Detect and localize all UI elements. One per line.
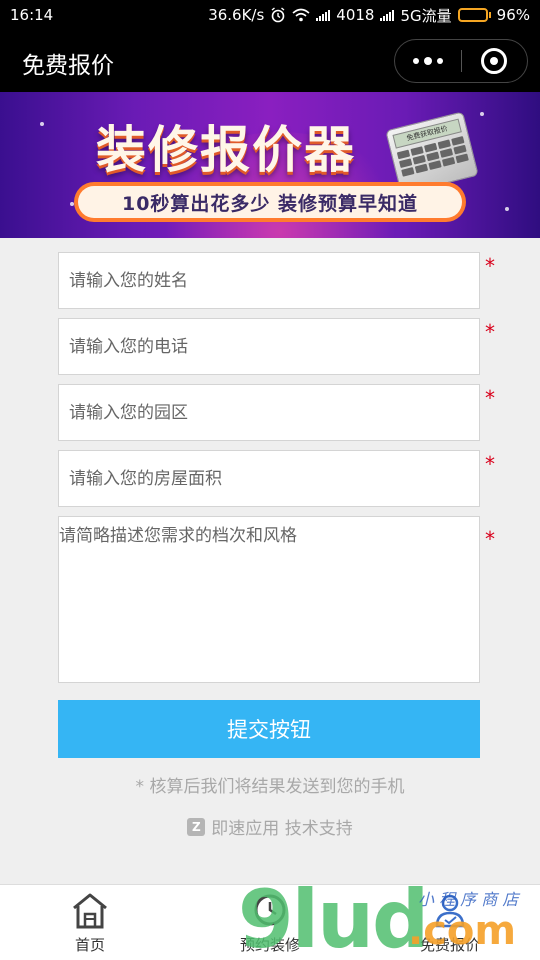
submit-hint: * 核算后我们将结果发送到您的手机 (135, 777, 405, 797)
home-icon (73, 893, 107, 929)
target-circle-icon (481, 48, 508, 74)
battery-icon (457, 8, 491, 22)
required-mark: * (485, 320, 495, 344)
page-title: 免费报价 (22, 53, 114, 79)
nav-bar: 免费报价 (0, 30, 540, 92)
description-textarea[interactable] (58, 516, 480, 683)
more-button[interactable] (395, 40, 461, 82)
support-logo-icon: Z (187, 817, 206, 836)
required-mark: * (485, 254, 495, 278)
required-mark: * (485, 527, 495, 551)
banner: 装修报价器 免费获取报价 10秒算出花多少 装修预算早知道 (0, 92, 540, 238)
name-input[interactable] (58, 252, 480, 309)
network-speed: 36.6K/s (208, 6, 265, 24)
tab-bar: 首页 预约装修 免费报价 (0, 884, 540, 960)
banner-title: 装修报价器 (96, 121, 356, 179)
carrier-1: 4018 (336, 6, 375, 24)
status-time: 16:14 (10, 6, 54, 24)
tab-appointment[interactable]: 预约装修 (180, 885, 360, 960)
battery-percent: 96% (496, 6, 530, 24)
tab-appointment-label: 预约装修 (239, 936, 300, 954)
banner-tagline-pill: 10秒算出花多少 装修预算早知道 (74, 182, 466, 222)
signal-icon-2 (380, 9, 395, 21)
capsule-menu (394, 39, 528, 83)
tab-home[interactable]: 首页 (0, 885, 180, 960)
wifi-icon (292, 8, 310, 22)
tech-support: Z 即速应用 技术支持 (0, 814, 540, 839)
appointment-icon (254, 894, 286, 926)
signal-icon (316, 9, 331, 21)
area-input[interactable] (58, 450, 480, 507)
required-mark: * (485, 386, 495, 410)
alarm-icon (271, 7, 285, 23)
status-bar: 16:14 36.6K/s 4018 5G流量 96% (0, 0, 540, 30)
phone-input[interactable] (58, 318, 480, 375)
submit-button[interactable]: 提交按钮 (58, 700, 480, 758)
banner-tagline: 10秒算出花多少 装修预算早知道 (78, 186, 462, 218)
more-dots-icon (412, 57, 443, 65)
park-input[interactable] (58, 384, 480, 441)
close-button[interactable] (462, 40, 528, 82)
quote-icon (435, 894, 465, 928)
carrier-2: 5G流量 (400, 6, 452, 25)
status-right: 36.6K/s 4018 5G流量 96% (208, 5, 530, 26)
support-text: 即速应用 技术支持 (211, 819, 353, 839)
tab-quote[interactable]: 免费报价 (360, 885, 540, 960)
tab-quote-label: 免费报价 (419, 936, 480, 954)
required-mark: * (485, 452, 495, 476)
tab-home-label: 首页 (74, 936, 105, 954)
